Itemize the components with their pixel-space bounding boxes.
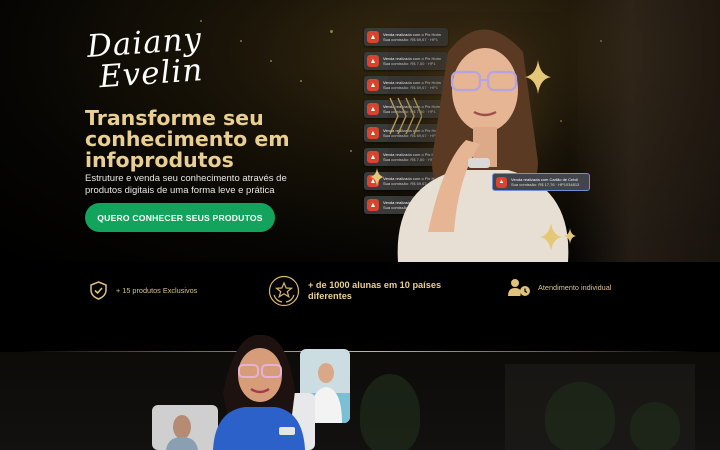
sparkle-decoration (330, 30, 333, 33)
signature-last-name: Evelin (97, 52, 205, 96)
sparkle-star-icon (564, 228, 576, 244)
hero-section: Daiany Evelin Transforme seu conheciment… (0, 0, 720, 262)
background-plant (630, 402, 680, 450)
credit-card-sale-notification: ▲ Venda realizada com Cartão de Crédi Sua… (492, 173, 590, 191)
hotmart-flame-icon: ▲ (367, 199, 379, 211)
hotmart-flame-icon: ▲ (367, 55, 379, 67)
signature-logo[interactable]: Daiany Evelin (86, 21, 205, 96)
feature-support-label: Atendimento individual (538, 283, 612, 292)
notification-detail: Sua comissão: R$ 17,76 · HP1034813 (511, 182, 580, 187)
background-portrait (570, 0, 720, 262)
sparkle-star-icon (540, 222, 562, 252)
features-bar: + 15 produtos Exclusivos + de 1000 aluna… (0, 262, 720, 324)
background-plant (360, 374, 420, 450)
feature-students-label: + de 1000 alunas em 10 países diferentes (308, 280, 442, 301)
hotmart-flame-icon: ▲ (367, 127, 379, 139)
sparkle-star-icon (370, 168, 384, 186)
hotmart-flame-icon: ▲ (367, 31, 379, 43)
sparkle-star-icon (525, 60, 551, 94)
user-clock-icon (508, 279, 530, 296)
hotmart-flame-icon: ▲ (367, 151, 379, 163)
sparkle-decoration (240, 40, 242, 42)
hotmart-flame-icon: ▲ (496, 176, 507, 188)
background-plant (545, 382, 615, 450)
shield-check-icon (90, 281, 107, 300)
feature-products-label: + 15 produtos Exclusivos (116, 286, 198, 295)
sparkle-decoration (270, 60, 272, 62)
feature-products: + 15 produtos Exclusivos (90, 281, 197, 300)
cta-button[interactable]: QUERO CONHECER SEUS PRODUTOS (85, 203, 275, 232)
laurel-star-icon (268, 275, 300, 307)
sparkle-decoration (300, 80, 302, 82)
hero-headline: Transforme seu conhecimento em infoprodu… (85, 106, 290, 172)
hotmart-flame-icon: ▲ (367, 79, 379, 91)
hero-subtitle: Estruture e venda seu conhecimento atrav… (85, 173, 287, 196)
feature-students: + de 1000 alunas em 10 países diferentes (268, 275, 458, 307)
feature-support: Atendimento individual (508, 278, 611, 297)
about-section (0, 352, 720, 450)
hotmart-flame-icon: ▲ (367, 103, 379, 115)
about-portrait-image (213, 334, 315, 450)
